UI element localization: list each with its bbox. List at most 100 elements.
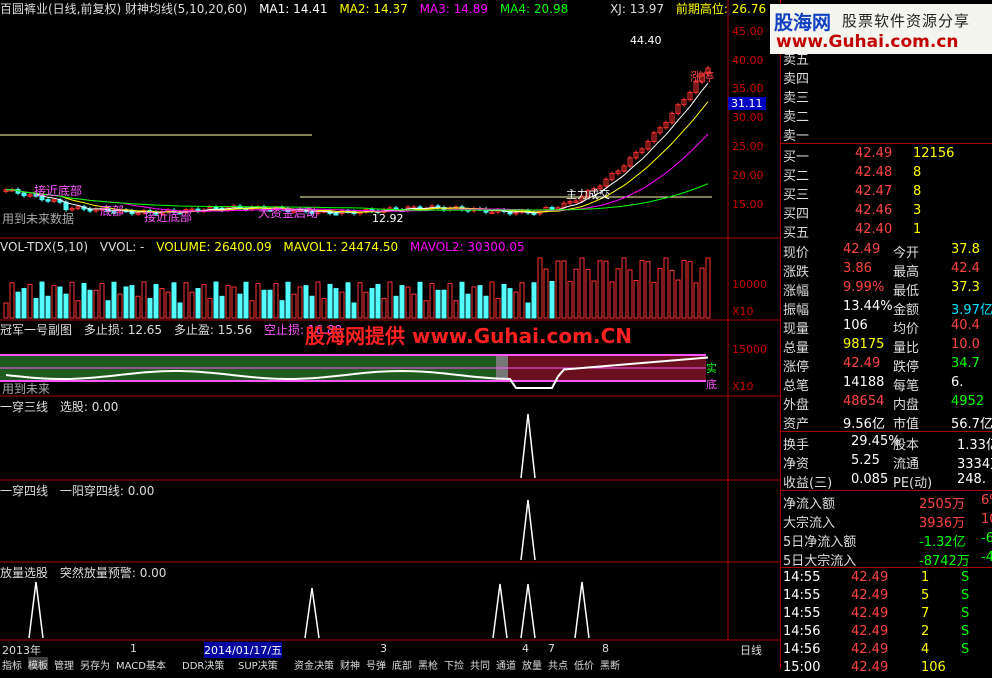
volume-bar xyxy=(105,300,111,319)
volume-bar xyxy=(135,295,141,319)
quote-value: 10.0 xyxy=(951,337,980,352)
time-label: 7 xyxy=(548,642,555,655)
divider xyxy=(781,490,992,491)
bottom-tab[interactable]: 下捡 xyxy=(444,657,464,672)
limit-up-label: 涨停 xyxy=(690,70,715,84)
capital-start-label: 大资金启动 xyxy=(258,206,319,220)
vol-y-tick: 10000 xyxy=(732,278,767,291)
sub1-right-label: 底 xyxy=(706,378,717,391)
volume-bar xyxy=(45,295,51,319)
volume-bar xyxy=(537,257,543,319)
quote-value: 34.7 xyxy=(951,356,980,371)
flow-label: 大宗流入 xyxy=(783,516,836,531)
quote-label: 跌停 xyxy=(893,360,920,375)
fund-label: PE(动) xyxy=(893,476,933,491)
quote-label: 内盘 xyxy=(893,398,920,413)
bottom-tab[interactable]: 管理 xyxy=(54,657,74,672)
volume-header: VOL-TDX(5,10) VVOL: - VOLUME: 26400.09 M… xyxy=(0,240,533,254)
bottom-tab[interactable]: 模板 xyxy=(28,657,48,672)
bottom-tab[interactable]: 资金决策 xyxy=(294,657,334,672)
bottom-tab[interactable]: DDR决策 xyxy=(182,657,224,672)
volume-bar xyxy=(411,293,417,319)
quote-value: 42.49 xyxy=(843,356,881,371)
volume-bar xyxy=(687,261,693,319)
quote-row: 现价 42.49 今开 37.8 xyxy=(781,241,992,261)
bottom-tab[interactable]: 指标 xyxy=(2,657,22,672)
future-data-label: 用到未来数据 xyxy=(2,212,75,226)
bottom-tab[interactable]: 黑枪 xyxy=(418,657,438,672)
quote-row: 外盘 48654 内盘 4952 xyxy=(781,393,992,413)
bottom-tab[interactable]: 放量 xyxy=(522,657,542,672)
volume-bar xyxy=(621,257,627,319)
bottom-tab[interactable]: 黑断 xyxy=(600,657,620,672)
book-label: 买二 xyxy=(783,169,810,184)
bottom-tab[interactable]: MACD基本 xyxy=(116,657,166,672)
volume-bar xyxy=(255,282,261,319)
volume-bar xyxy=(141,281,147,319)
volume-bar xyxy=(81,282,87,319)
fund-value: 3334万 xyxy=(957,457,992,472)
quote-row: 涨幅 9.99% 最低 37.3 xyxy=(781,279,992,299)
volume-bar xyxy=(399,285,405,319)
buy-row: 买三 42.47 8 xyxy=(781,183,992,203)
bottom-tab[interactable]: 低价 xyxy=(574,657,594,672)
volume-bar xyxy=(339,291,345,319)
volume-bar xyxy=(273,283,279,319)
quote-value: 13.44% xyxy=(843,299,893,314)
book-volume: 12156 xyxy=(913,146,955,161)
volume-bar xyxy=(525,302,531,319)
quote-label: 量比 xyxy=(893,341,920,356)
buy-row: 买四 42.46 3 xyxy=(781,202,992,222)
bottom-tab[interactable]: SUP决策 xyxy=(238,657,278,672)
volume-bar xyxy=(633,280,639,319)
chart-title: 百圆裤业(日线,前复权) 财神均线(5,10,20,60) xyxy=(0,2,248,16)
mavol1-value: MAVOL1: 24474.50 xyxy=(283,240,399,254)
bottom-tab[interactable]: 底部 xyxy=(392,657,412,672)
bottom-tab[interactable]: 另存为 xyxy=(80,657,110,672)
quote-label: 每笔 xyxy=(893,379,920,394)
ma1-value: MA1: 14.41 xyxy=(259,2,328,16)
bottom-tab[interactable]: 共点 xyxy=(548,657,568,672)
bottom-tab[interactable]: 通道 xyxy=(496,657,516,672)
sub3-value: 一阳穿四线: 0.00 xyxy=(59,484,155,498)
volume-bar xyxy=(435,289,441,319)
near-bottom-label-2: 接近底部 xyxy=(144,210,193,224)
volume-bar xyxy=(645,260,651,319)
quote-row: 现量 106 均价 40.4 xyxy=(781,317,992,337)
quote-value: 3.86 xyxy=(843,261,872,276)
sub1-unit: X10 xyxy=(732,380,754,393)
volume-bar xyxy=(201,283,207,319)
volume-bar-group xyxy=(3,257,711,319)
volume-bar xyxy=(501,283,507,319)
flow-label: 5日净流入额 xyxy=(783,535,857,550)
time-label: 3 xyxy=(380,642,387,655)
fund-row: 换手29.45%股本1.33亿 xyxy=(781,433,992,453)
flow-extra: -4% xyxy=(981,550,992,565)
flow-row: 净流入额 2505万 6% xyxy=(781,492,992,512)
volume-bar xyxy=(669,269,675,319)
bottom-tab[interactable]: 号弹 xyxy=(366,657,386,672)
book-volume: 1 xyxy=(913,222,922,237)
period-label[interactable]: 日线 xyxy=(740,642,762,658)
quote-value: 98175 xyxy=(843,337,885,352)
volume-bar xyxy=(627,269,633,319)
volume-bar xyxy=(3,302,9,319)
signal-spike xyxy=(304,587,320,639)
volume-bar xyxy=(207,297,213,319)
sub2-title: 一穿三线 xyxy=(0,400,49,414)
bottom-tab[interactable]: 共同 xyxy=(470,657,490,672)
trend-change-label: 主力成交 xyxy=(566,188,610,201)
volume-bar xyxy=(279,300,285,319)
book-label: 买五 xyxy=(783,226,810,241)
sub1-future-label: 用到未来 xyxy=(2,382,51,396)
bottom-tab[interactable]: 财神 xyxy=(340,657,360,672)
tick-price: 42.49 xyxy=(851,588,889,603)
volume-bar xyxy=(453,300,459,319)
volume-bar xyxy=(21,288,27,319)
tick-price: 42.49 xyxy=(851,624,889,639)
book-label: 卖三 xyxy=(783,91,810,106)
time-label: 1 xyxy=(130,642,137,655)
quote-label: 最高 xyxy=(893,265,920,280)
ma4-value: MA4: 20.98 xyxy=(499,2,569,16)
volume-bar xyxy=(171,282,177,319)
